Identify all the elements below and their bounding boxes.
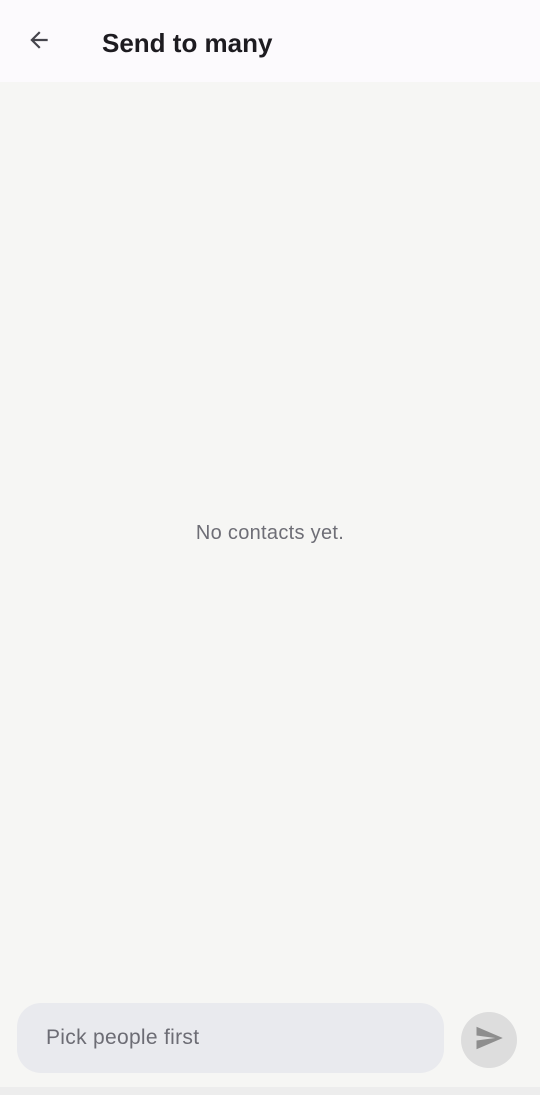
- arrow-back-icon: [26, 27, 52, 58]
- send-icon: [474, 1023, 504, 1058]
- back-button[interactable]: [18, 21, 60, 63]
- page-title: Send to many: [102, 28, 273, 58]
- app-screen: Send to many No contacts yet.: [0, 0, 540, 1095]
- message-composer: [17, 1003, 444, 1073]
- top-app-bar: Send to many: [0, 0, 540, 82]
- gesture-nav-bar: [0, 1087, 540, 1095]
- empty-state-message: No contacts yet.: [195, 522, 345, 544]
- message-input[interactable]: [46, 1026, 426, 1050]
- send-button[interactable]: [461, 1012, 517, 1068]
